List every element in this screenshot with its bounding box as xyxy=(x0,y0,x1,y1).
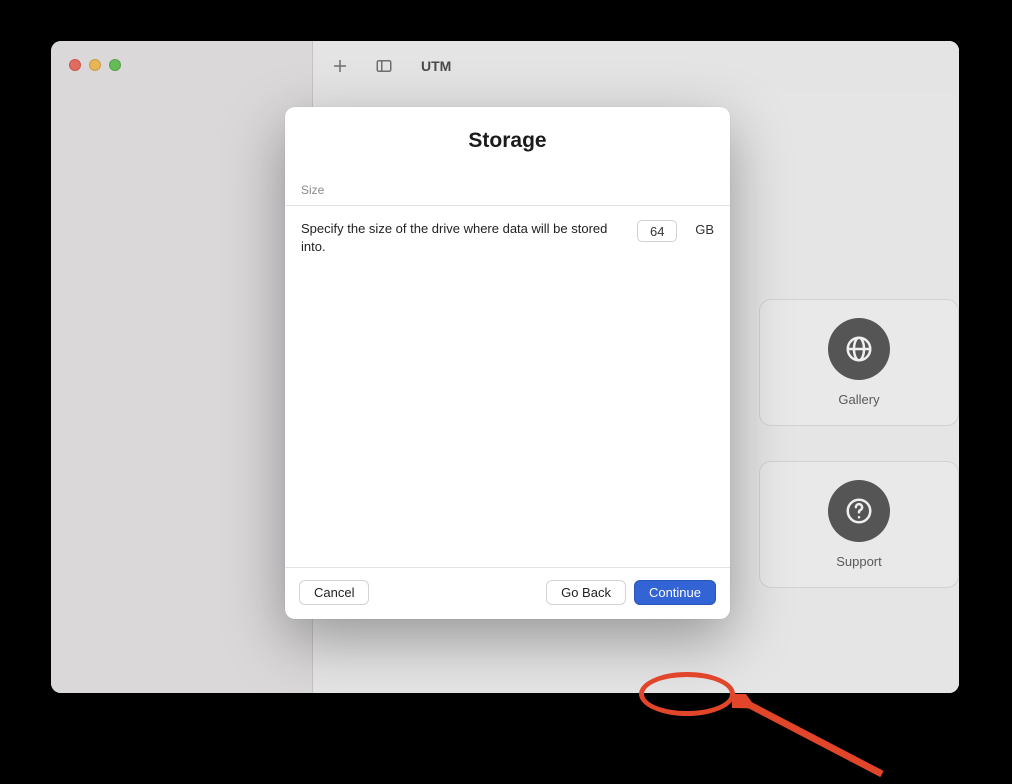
gallery-card[interactable]: Gallery xyxy=(759,299,959,426)
sidebar-icon xyxy=(375,57,393,75)
plus-icon xyxy=(331,57,349,75)
globe-icon xyxy=(844,334,874,364)
app-title: UTM xyxy=(421,58,451,74)
support-card-icon-bg xyxy=(828,480,890,542)
sidebar xyxy=(51,41,313,693)
size-unit-label: GB xyxy=(695,220,714,237)
sheet-title: Storage xyxy=(285,107,730,181)
minimize-window-button[interactable] xyxy=(89,59,101,71)
gallery-card-label: Gallery xyxy=(838,392,879,407)
annotation-arrow xyxy=(732,694,892,784)
continue-button[interactable]: Continue xyxy=(634,580,716,605)
close-window-button[interactable] xyxy=(69,59,81,71)
toolbar: UTM xyxy=(313,41,959,91)
drive-size-input[interactable] xyxy=(637,220,677,242)
go-back-button[interactable]: Go Back xyxy=(546,580,626,605)
size-description: Specify the size of the drive where data… xyxy=(301,220,623,255)
cancel-button[interactable]: Cancel xyxy=(299,580,369,605)
storage-sheet: Storage Size Specify the size of the dri… xyxy=(285,107,730,619)
size-section-body: Specify the size of the drive where data… xyxy=(285,206,730,269)
sheet-footer: Cancel Go Back Continue xyxy=(285,567,730,619)
window-controls xyxy=(69,59,121,71)
new-vm-button[interactable] xyxy=(327,55,353,77)
size-section-header: Size xyxy=(285,181,730,206)
support-card-label: Support xyxy=(836,554,882,569)
toggle-sidebar-button[interactable] xyxy=(371,55,397,77)
zoom-window-button[interactable] xyxy=(109,59,121,71)
support-card[interactable]: Support xyxy=(759,461,959,588)
gallery-card-icon-bg xyxy=(828,318,890,380)
question-icon xyxy=(844,496,874,526)
